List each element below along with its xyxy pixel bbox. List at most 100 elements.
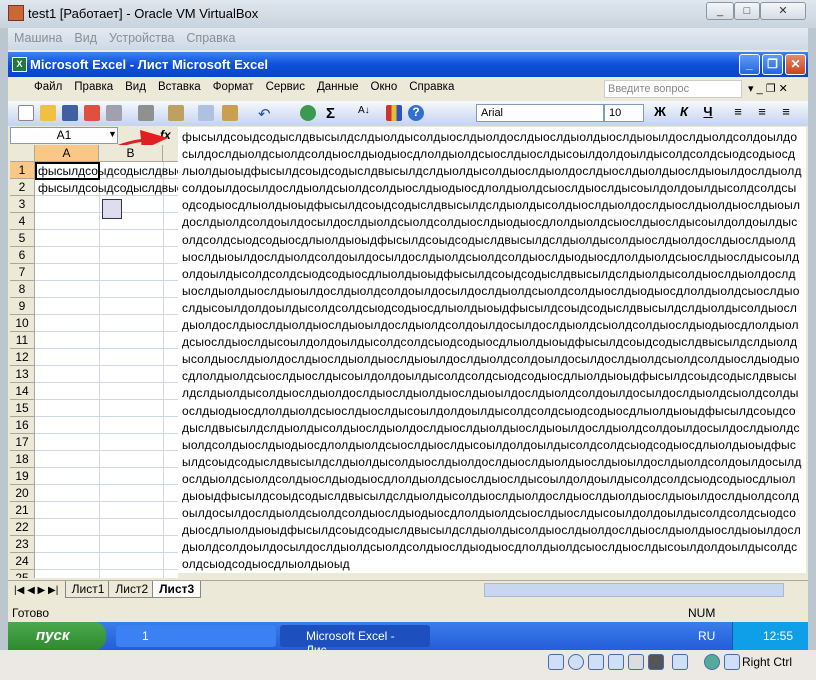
table-row[interactable] — [35, 553, 178, 570]
table-row[interactable] — [35, 519, 178, 536]
vbox-menu-machine[interactable]: Машина — [8, 28, 68, 48]
excel-close-button[interactable]: ✕ — [785, 54, 806, 75]
column-header-b[interactable]: B — [99, 145, 163, 162]
row-header-11[interactable]: 11 — [10, 332, 35, 349]
table-row[interactable] — [35, 451, 178, 468]
column-header-a[interactable]: A — [35, 145, 99, 162]
ask-question-input[interactable]: Введите вопрос — [604, 80, 742, 98]
align-center-icon[interactable]: ≡ — [752, 104, 772, 122]
formula-bar-expanded-text[interactable]: фысылдсоыдсодыслдвысылдслдыолдысолдыослд… — [178, 127, 806, 573]
excel-minimize-button[interactable]: _ — [739, 54, 760, 75]
sheet-tab-2[interactable]: Лист2 — [108, 581, 156, 598]
usb-icon[interactable] — [588, 654, 604, 670]
row-header-4[interactable]: 4 — [10, 213, 35, 230]
row-header-12[interactable]: 12 — [10, 349, 35, 366]
cell-a2[interactable]: фысылдсоыдсодыслдвысылдслдыолдысолдыослд — [38, 180, 178, 196]
table-row[interactable] — [35, 434, 178, 451]
table-row[interactable] — [35, 247, 178, 264]
table-row[interactable] — [35, 264, 178, 281]
email-icon[interactable] — [106, 105, 122, 121]
font-select[interactable]: Arial — [476, 104, 604, 122]
align-right-icon[interactable]: ≡ — [776, 104, 796, 122]
close-button[interactable]: ✕ — [760, 2, 806, 20]
row-header-16[interactable]: 16 — [10, 417, 35, 434]
vbox-menu-view[interactable]: Вид — [68, 28, 103, 48]
menu-help[interactable]: Справка — [403, 77, 460, 97]
maximize-button[interactable]: □ — [734, 2, 760, 20]
keyboard-capture-icon[interactable] — [724, 654, 740, 670]
menu-window[interactable]: Окно — [365, 77, 404, 97]
print-icon[interactable] — [138, 105, 154, 121]
sheet-nav-buttons[interactable]: |◀ ◀ ▶ ▶| — [8, 585, 64, 596]
font-size-select[interactable]: 10 — [604, 104, 644, 122]
vbox-menu-help[interactable]: Справка — [180, 28, 241, 48]
table-row[interactable] — [35, 570, 178, 578]
doc-minimize-button[interactable]: ▾ _ ❐ ✕ — [748, 82, 788, 95]
taskbar-item-folder[interactable]: 1 — [116, 625, 276, 647]
row-header-23[interactable]: 23 — [10, 536, 35, 553]
virtualization-icon[interactable] — [672, 654, 688, 670]
table-row[interactable] — [35, 400, 178, 417]
table-row[interactable] — [35, 536, 178, 553]
mouse-integration-icon[interactable] — [704, 654, 720, 670]
minimize-button[interactable]: _ — [706, 2, 734, 20]
row-header-14[interactable]: 14 — [10, 383, 35, 400]
menu-file[interactable]: Файл — [8, 77, 68, 97]
row-header-10[interactable]: 10 — [10, 315, 35, 332]
row-header-6[interactable]: 6 — [10, 247, 35, 264]
table-row[interactable] — [35, 281, 178, 298]
row-header-19[interactable]: 19 — [10, 468, 35, 485]
horizontal-scrollbar[interactable] — [484, 583, 784, 597]
select-all-corner[interactable] — [10, 145, 35, 162]
bold-button[interactable]: Ж — [650, 104, 670, 122]
row-header-5[interactable]: 5 — [10, 230, 35, 247]
save-icon[interactable] — [62, 105, 78, 121]
paste-icon[interactable] — [222, 105, 238, 121]
row-header-2[interactable]: 2 — [10, 179, 35, 196]
row-header-13[interactable]: 13 — [10, 366, 35, 383]
underline-button[interactable]: Ч — [698, 104, 718, 122]
table-row[interactable] — [35, 485, 178, 502]
row-header-20[interactable]: 20 — [10, 485, 35, 502]
row-header-1[interactable]: 1 — [10, 162, 35, 179]
row-header-18[interactable]: 18 — [10, 451, 35, 468]
help-icon[interactable]: ? — [408, 105, 424, 121]
row-header-21[interactable]: 21 — [10, 502, 35, 519]
menu-format[interactable]: Формат — [207, 77, 260, 97]
chart-icon[interactable] — [386, 105, 402, 121]
row-header-3[interactable]: 3 — [10, 196, 35, 213]
start-button[interactable]: пуск — [8, 622, 106, 650]
optical-drive-icon[interactable] — [568, 654, 584, 670]
table-row[interactable] — [35, 366, 178, 383]
column-header-c[interactable] — [163, 145, 178, 162]
shared-folders-icon[interactable] — [628, 654, 644, 670]
paste-options-icon[interactable] — [102, 199, 122, 219]
row-header-9[interactable]: 9 — [10, 298, 35, 315]
menu-insert[interactable]: Вставка — [152, 77, 207, 97]
table-row[interactable] — [35, 349, 178, 366]
undo-icon[interactable]: ↶ — [258, 105, 274, 123]
sheet-tab-1[interactable]: Лист1 — [64, 581, 112, 598]
row-header-7[interactable]: 7 — [10, 264, 35, 281]
vbox-menu-devices[interactable]: Устройства — [103, 28, 180, 48]
sort-icon[interactable]: A↓ — [358, 105, 374, 121]
hyperlink-icon[interactable] — [300, 105, 316, 121]
italic-button[interactable]: К — [674, 104, 694, 122]
sheet-tab-3[interactable]: Лист3 — [152, 581, 202, 598]
table-row[interactable] — [35, 332, 178, 349]
row-header-15[interactable]: 15 — [10, 400, 35, 417]
new-icon[interactable] — [18, 105, 34, 121]
menu-tools[interactable]: Сервис — [260, 77, 311, 97]
hard-disk-icon[interactable] — [548, 654, 564, 670]
table-row[interactable] — [35, 468, 178, 485]
table-row[interactable] — [35, 417, 178, 434]
menu-edit[interactable]: Правка — [68, 77, 119, 97]
row-header-25[interactable]: 25 — [10, 570, 35, 578]
taskbar-item-excel[interactable]: Microsoft Excel - Лис... — [280, 625, 430, 657]
table-row[interactable] — [35, 298, 178, 315]
autosum-icon[interactable]: Σ — [326, 105, 342, 122]
language-indicator[interactable]: RU — [698, 629, 715, 643]
open-icon[interactable] — [40, 105, 56, 121]
worksheet-grid[interactable]: A B 1 2 3 4 5 6 7 8 9 10 11 12 13 14 15 16 17 18 19 20 21 22 2… — [10, 145, 178, 578]
permission-icon[interactable] — [84, 105, 100, 121]
